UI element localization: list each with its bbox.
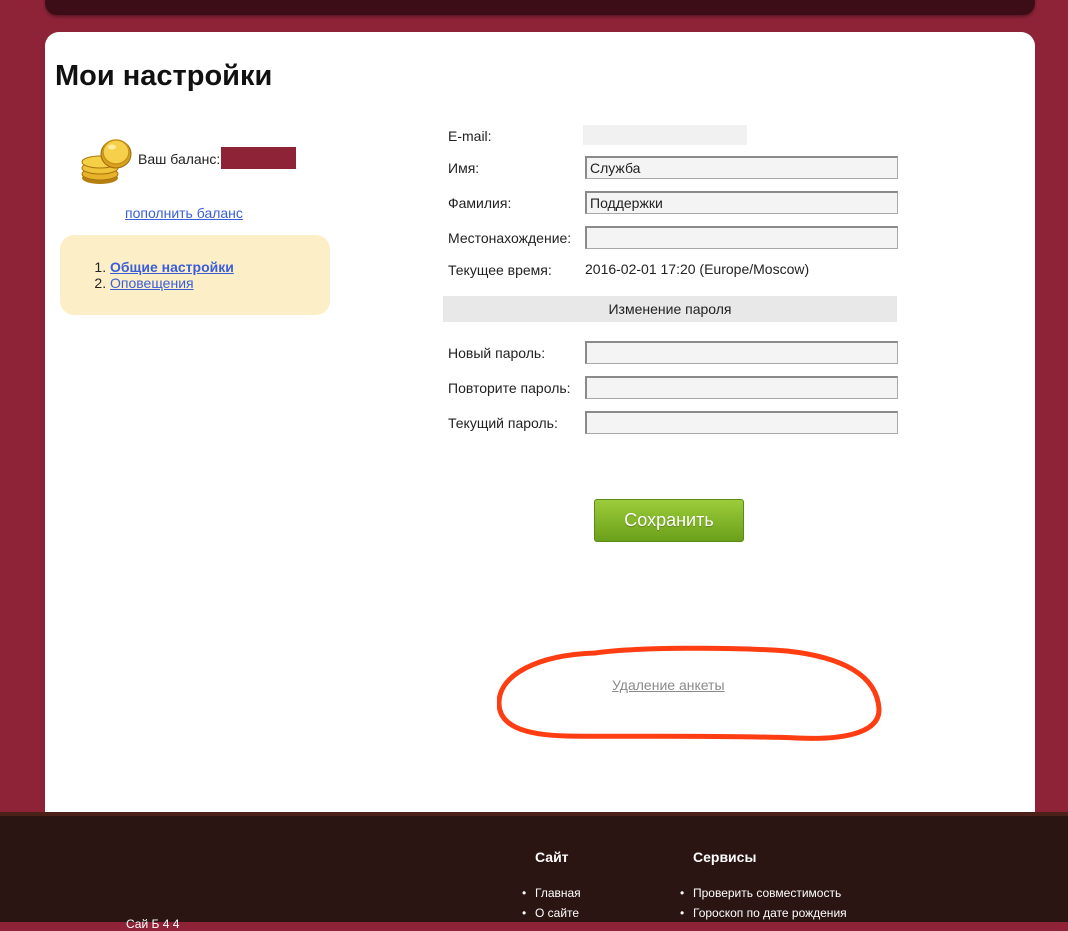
- current-password-label: Текущий пароль:: [448, 415, 558, 431]
- settings-menu: Общие настройки Оповещения: [60, 235, 330, 315]
- page-title: Мои настройки: [55, 60, 273, 92]
- new-password-label: Новый пароль:: [448, 345, 546, 361]
- location-label: Местонахождение:: [448, 230, 572, 246]
- footer-site-links: Главная О сайте: [522, 886, 581, 926]
- menu-item-general: Общие настройки: [110, 259, 234, 275]
- new-password-input[interactable]: [585, 341, 898, 364]
- balance-value-redacted: [221, 147, 296, 169]
- email-value-redacted: [583, 125, 747, 145]
- current-password-input[interactable]: [585, 411, 898, 434]
- gold-coins-icon: [81, 139, 132, 184]
- first-name-input[interactable]: [585, 156, 898, 179]
- footer-link-home[interactable]: Главная: [522, 886, 581, 906]
- balance-label: Ваш баланс:: [138, 151, 221, 167]
- current-time-value: 2016-02-01 17:20 (Europe/Moscow): [585, 261, 810, 277]
- save-button[interactable]: Сохранить: [594, 499, 744, 542]
- delete-profile-link[interactable]: Удаление анкеты: [612, 677, 725, 693]
- email-label: E-mail:: [448, 128, 492, 144]
- footer-site-heading: Сайт: [535, 849, 569, 865]
- footer-services-heading: Сервисы: [693, 849, 757, 865]
- annotation-circle: [497, 645, 882, 741]
- footer-link-compatibility[interactable]: Проверить совместимость: [680, 886, 847, 906]
- first-name-label: Имя:: [448, 160, 480, 176]
- current-time-label: Текущее время:: [448, 262, 552, 278]
- last-name-label: Фамилия:: [448, 195, 512, 211]
- footer-stripe: [0, 812, 1068, 816]
- menu-link-notifications[interactable]: Оповещения: [110, 275, 194, 291]
- location-input[interactable]: [585, 226, 898, 249]
- menu-item-notifications: Оповещения: [110, 275, 234, 291]
- top-header-bar: [45, 0, 1035, 15]
- last-name-input[interactable]: [585, 191, 898, 214]
- footer-cut-text: Сай Б 4 4: [126, 917, 180, 931]
- password-section-heading: Изменение пароля: [443, 296, 897, 322]
- menu-link-general[interactable]: Общие настройки: [110, 259, 234, 275]
- topup-balance-link[interactable]: пополнить баланс: [125, 205, 243, 221]
- settings-panel: Мои настройки Ваш баланс: пополнить бала…: [45, 32, 1035, 831]
- footer: Сайт Главная О сайте Сервисы Проверить с…: [0, 812, 1068, 931]
- footer-services-links: Проверить совместимость Гороскоп по дате…: [680, 886, 847, 926]
- footer-link-horoscope[interactable]: Гороскоп по дате рождения: [680, 906, 847, 926]
- footer-link-about[interactable]: О сайте: [522, 906, 581, 926]
- repeat-password-label: Повторите пароль:: [448, 380, 571, 396]
- repeat-password-input[interactable]: [585, 376, 898, 399]
